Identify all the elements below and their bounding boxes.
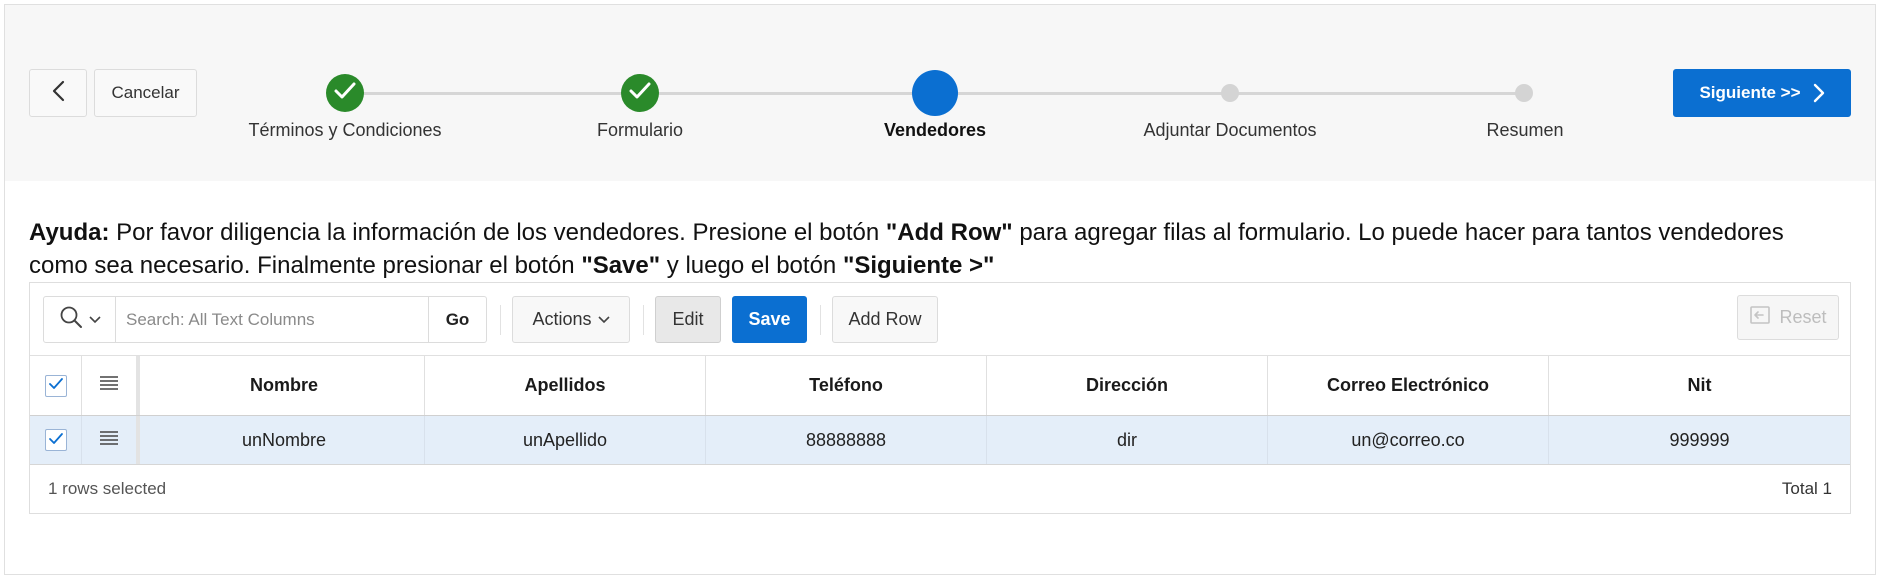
- edit-toggle-button[interactable]: Edit: [655, 296, 721, 343]
- cancel-button[interactable]: Cancelar: [94, 69, 197, 117]
- reset-label: Reset: [1779, 307, 1827, 327]
- step-5-future-dot: [1515, 84, 1533, 102]
- column-header-nit[interactable]: Nit: [1549, 356, 1850, 415]
- search-column-selector[interactable]: [44, 297, 116, 342]
- cell-nombre[interactable]: unNombre: [144, 416, 425, 464]
- reset-button[interactable]: Reset: [1737, 295, 1839, 340]
- cell-direccion[interactable]: dir: [987, 416, 1268, 464]
- checkmark-icon: [628, 81, 652, 106]
- checkmark-icon: [333, 81, 357, 106]
- toolbar-separator: [643, 305, 644, 335]
- save-button[interactable]: Save: [732, 296, 807, 343]
- reset-icon: [1749, 305, 1771, 330]
- interactive-grid: Go Actions Edit Save Add Row Reset: [29, 282, 1851, 514]
- actions-menu-button[interactable]: Actions: [512, 296, 630, 343]
- search-icon: [59, 305, 83, 334]
- step-3-current-dot: [912, 70, 958, 116]
- cell-correo[interactable]: un@correo.co: [1268, 416, 1549, 464]
- step-4-future-dot: [1221, 84, 1239, 102]
- select-all-cell: [30, 356, 82, 415]
- chevron-down-icon: [88, 311, 101, 329]
- step-label-formulario: Formulario: [596, 120, 684, 140]
- step-2-done-dot: [621, 74, 659, 112]
- add-row-button[interactable]: Add Row: [832, 296, 938, 343]
- help-bold-siguiente: "Siguiente >": [842, 252, 995, 279]
- header-row-actions-cell: [82, 356, 140, 415]
- search-input[interactable]: [116, 297, 428, 342]
- hamburger-menu-icon[interactable]: [99, 375, 119, 396]
- search-box: Go: [43, 296, 487, 343]
- column-header-correo[interactable]: Correo Electrónico: [1268, 356, 1549, 415]
- step-label-terminos: Términos y Condiciones: [248, 120, 442, 140]
- cell-nit[interactable]: 999999: [1549, 416, 1850, 464]
- column-header-apellidos[interactable]: Apellidos: [425, 356, 706, 415]
- go-button[interactable]: Go: [428, 297, 486, 342]
- step-label-adjuntar: Adjuntar Documentos: [1143, 120, 1317, 140]
- hamburger-menu-icon[interactable]: [99, 430, 119, 451]
- help-prefix: Ayuda:: [29, 219, 110, 246]
- checkmark-icon: [48, 375, 64, 396]
- column-header-telefono[interactable]: Teléfono: [706, 356, 987, 415]
- help-bold-save: "Save": [581, 252, 661, 279]
- chevron-right-icon: [1813, 83, 1825, 103]
- selection-status: 1 rows selected: [48, 479, 167, 498]
- next-button-label: Siguiente >>: [1699, 83, 1801, 102]
- step-1-done-dot: [326, 74, 364, 112]
- next-button[interactable]: Siguiente >>: [1673, 69, 1851, 117]
- row-actions-cell: [82, 416, 140, 464]
- help-text-1: Por favor diligencia la información de l…: [109, 219, 886, 246]
- back-button[interactable]: [29, 69, 87, 117]
- cell-telefono[interactable]: 88888888: [706, 416, 987, 464]
- column-header-direccion[interactable]: Dirección: [987, 356, 1268, 415]
- step-label-vendedores: Vendedores: [883, 120, 987, 140]
- actions-label: Actions: [532, 309, 592, 329]
- table-header-row: Nombre Apellidos Teléfono Dirección Corr…: [30, 355, 1850, 416]
- row-select-cell: [30, 416, 82, 464]
- help-text: Ayuda: Por favor diligencia la informaci…: [29, 216, 1849, 282]
- select-all-checkbox[interactable]: [44, 374, 67, 397]
- row-select-checkbox[interactable]: [44, 429, 67, 451]
- checkmark-icon: [48, 430, 64, 451]
- toolbar-separator: [820, 305, 821, 335]
- help-bold-add-row: "Add Row": [885, 219, 1013, 246]
- chevron-down-icon: [597, 315, 610, 324]
- total-count: Total 1: [1781, 479, 1832, 498]
- cell-apellidos[interactable]: unApellido: [425, 416, 706, 464]
- step-label-resumen: Resumen: [1486, 120, 1564, 140]
- column-header-nombre[interactable]: Nombre: [144, 356, 425, 415]
- help-text-3: y luego el botón: [660, 252, 843, 279]
- chevron-left-icon: [51, 80, 65, 107]
- toolbar-separator: [500, 305, 501, 335]
- table-row[interactable]: unNombre unApellido 88888888 dir un@corr…: [30, 416, 1850, 465]
